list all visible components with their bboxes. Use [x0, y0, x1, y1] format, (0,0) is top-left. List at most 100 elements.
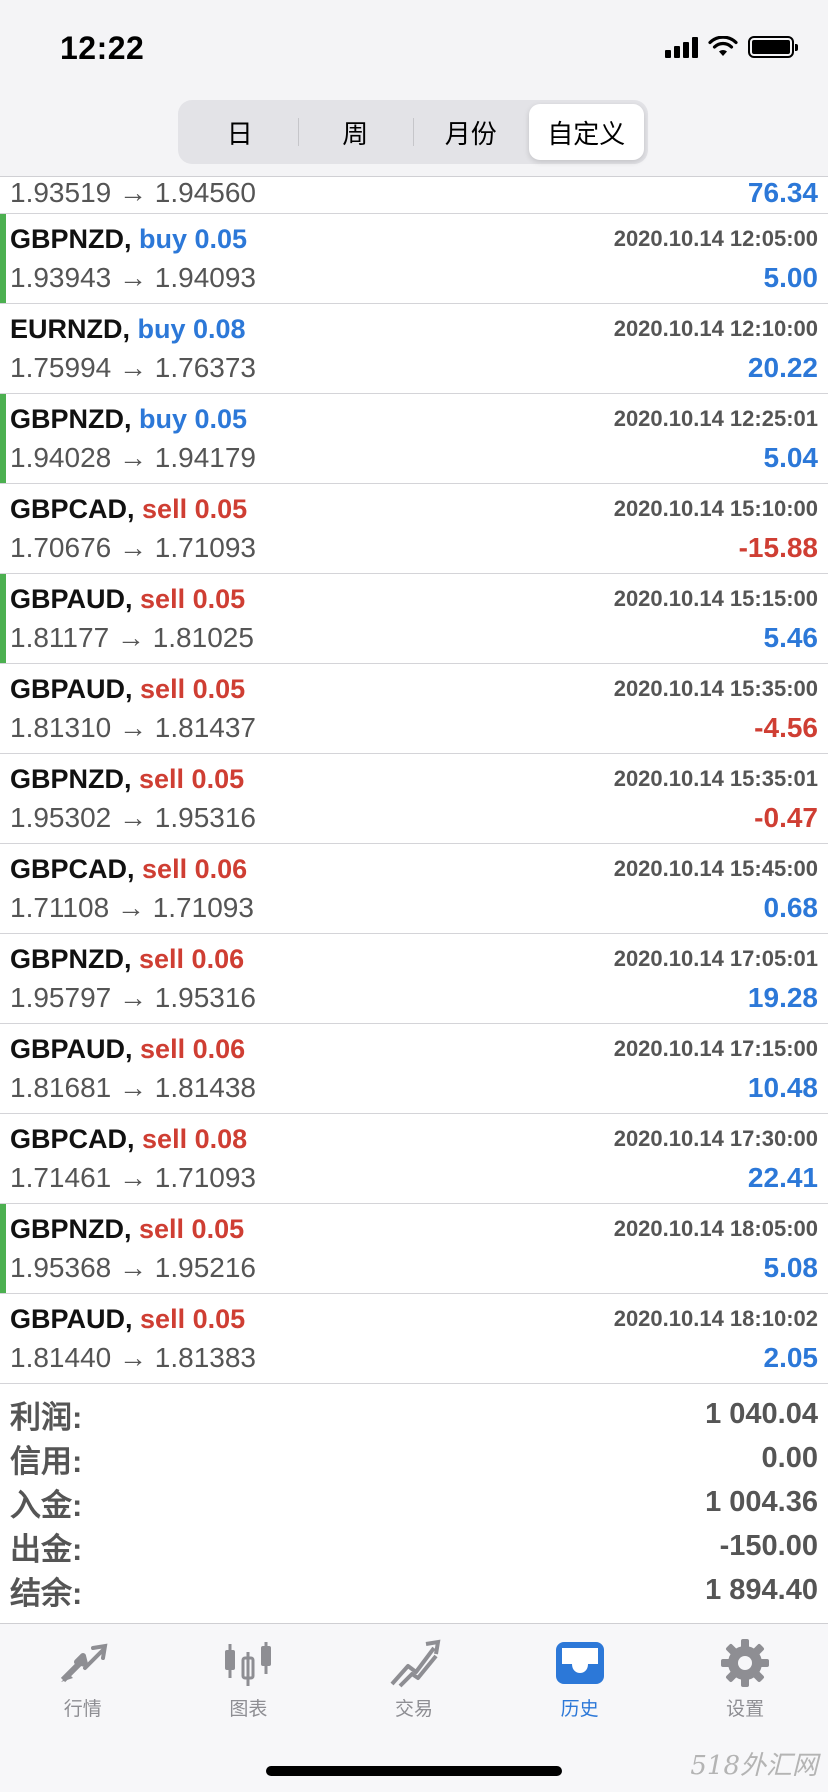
trade-symbol: GBPNZD, sell 0.06	[10, 944, 244, 975]
trade-direction: sell 0.05	[142, 494, 248, 524]
trade-marker	[0, 1204, 6, 1293]
symbol-name: GBPAUD,	[10, 674, 133, 704]
symbol-name: GBPAUD,	[10, 584, 133, 614]
chart-candles-icon	[225, 1642, 272, 1686]
tab-label: 图表	[229, 1699, 268, 1720]
trade-symbol: GBPCAD, sell 0.08	[10, 1124, 247, 1155]
trade-symbol: GBPNZD, sell 0.05	[10, 1214, 244, 1245]
trade-marker	[0, 394, 6, 483]
trade-row-partial[interactable]: 1.93519 → 1.94560 76.34	[0, 177, 828, 214]
trade-prices: 1.81177 → 1.81025	[10, 622, 254, 653]
symbol-name: GBPNZD,	[10, 764, 132, 794]
period-tab-week[interactable]: 周	[297, 104, 414, 160]
summary-label: 入金:	[10, 1487, 83, 1523]
trade-date: 2020.10.14 15:35:01	[613, 766, 818, 791]
trade-row[interactable]: GBPAUD, sell 0.06 2020.10.14 17:15:00 1.81…	[0, 1024, 828, 1114]
trade-row[interactable]: GBPCAD, sell 0.06 2020.10.14 15:45:00 1.71…	[0, 844, 828, 934]
trade-date: 2020.10.14 12:05:00	[613, 226, 818, 251]
symbol-name: GBPNZD,	[10, 1214, 132, 1244]
bottom-tab-bar: 行情 图表 交易 历史 设置 518外汇网	[0, 1623, 828, 1792]
period-selector: 日 周 月份 自定义	[178, 100, 648, 164]
cellular-signal-icon	[665, 36, 698, 58]
trade-row[interactable]: GBPCAD, sell 0.05 2020.10.14 15:10:00 1.70…	[0, 484, 828, 574]
symbol-name: GBPNZD,	[10, 404, 132, 434]
trade-prices: 1.71461 → 1.71093	[10, 1162, 256, 1193]
trade-symbol: GBPAUD, sell 0.05	[10, 674, 245, 705]
summary-balance: 结余: 1 894.40	[0, 1568, 828, 1612]
account-summary: 利润: 1 040.04 信用: 0.00 入金: 1 004.36 出金: -…	[0, 1392, 828, 1612]
trade-row[interactable]: GBPNZD, sell 0.05 2020.10.14 15:35:01 1.95…	[0, 754, 828, 844]
tab-label: 交易	[394, 1699, 433, 1720]
trade-date: 2020.10.14 17:15:00	[613, 1036, 818, 1061]
summary-credit: 信用: 0.00	[0, 1436, 828, 1480]
trade-row[interactable]: GBPNZD, buy 0.05 2020.10.14 12:25:01 1.940…	[0, 394, 828, 484]
trade-row[interactable]: GBPCAD, sell 0.08 2020.10.14 17:30:00 1.71…	[0, 1114, 828, 1204]
trade-date: 2020.10.14 18:10:02	[613, 1306, 818, 1331]
status-time: 12:22	[60, 30, 145, 66]
trade-row[interactable]: GBPAUD, sell 0.05 2020.10.14 15:35:00 1.81…	[0, 664, 828, 754]
trade-direction: sell 0.08	[142, 1124, 248, 1154]
trade-profit: 19.28	[747, 982, 818, 1013]
trade-direction: sell 0.05	[139, 1214, 245, 1244]
symbol-name: GBPCAD,	[10, 494, 135, 524]
trade-date: 2020.10.14 15:45:00	[613, 856, 818, 881]
trade-direction: sell 0.05	[140, 674, 246, 704]
trade-symbol: GBPNZD, buy 0.05	[10, 404, 247, 435]
period-tab-day[interactable]: 日	[182, 104, 298, 160]
trade-direction: sell 0.06	[139, 944, 245, 974]
trade-prices: 1.81681 → 1.81438	[10, 1072, 256, 1103]
trade-direction: sell 0.05	[139, 764, 245, 794]
symbol-name: GBPNZD,	[10, 944, 132, 974]
battery-icon	[748, 36, 798, 58]
period-tab-custom[interactable]: 自定义	[528, 104, 644, 160]
trade-prices: 1.95368 → 1.95216	[10, 1252, 256, 1283]
trade-symbol: GBPNZD, buy 0.05	[10, 224, 247, 255]
trade-symbol: GBPAUD, sell 0.05	[10, 1304, 245, 1335]
tab-quotes[interactable]: 行情	[0, 1624, 166, 1724]
tab-trade[interactable]: 交易	[331, 1624, 497, 1724]
wifi-icon	[708, 36, 738, 56]
trade-profit: 22.41	[747, 1162, 818, 1193]
trade-row[interactable]: GBPNZD, sell 0.05 2020.10.14 18:05:00 1.95…	[0, 1204, 828, 1294]
trade-prices: 1.70676 → 1.71093	[10, 532, 256, 563]
trade-profit: -15.88	[738, 532, 818, 563]
summary-value: 0.00	[761, 1441, 818, 1474]
trade-history-list[interactable]: 1.93519 → 1.94560 76.34 GBPNZD, buy 0.05…	[0, 177, 828, 1384]
trade-row[interactable]: GBPNZD, buy 0.05 2020.10.14 12:05:00 1.939…	[0, 214, 828, 304]
trade-prices: 1.95797 → 1.95316	[10, 982, 256, 1013]
trade-date: 2020.10.14 12:10:00	[613, 316, 818, 341]
tab-history[interactable]: 历史	[497, 1624, 663, 1724]
summary-value: -150.00	[719, 1529, 818, 1562]
trade-date: 2020.10.14 18:05:00	[613, 1216, 818, 1241]
summary-label: 出金:	[10, 1531, 83, 1567]
tab-chart[interactable]: 图表	[166, 1624, 332, 1724]
trade-date: 2020.10.14 15:15:00	[613, 586, 818, 611]
trade-direction: buy 0.05	[139, 404, 248, 434]
history-tray-icon	[555, 1642, 604, 1684]
trade-date: 2020.10.14 12:25:01	[613, 406, 818, 431]
trade-symbol: GBPAUD, sell 0.06	[10, 1034, 245, 1065]
trade-profit: 76.34	[747, 177, 818, 208]
trade-direction: sell 0.06	[142, 854, 248, 884]
period-tab-month[interactable]: 月份	[413, 104, 529, 160]
trade-prices: 1.94028 → 1.94179	[10, 442, 256, 473]
tab-settings[interactable]: 设置	[662, 1624, 828, 1724]
trade-date: 2020.10.14 17:30:00	[613, 1126, 818, 1151]
trade-row[interactable]: GBPNZD, sell 0.06 2020.10.14 17:05:01 1.95…	[0, 934, 828, 1024]
trade-profit: 5.04	[763, 442, 819, 473]
symbol-name: EURNZD,	[10, 314, 130, 344]
tab-label: 设置	[726, 1699, 765, 1720]
home-indicator[interactable]	[266, 1766, 562, 1776]
trade-profit: 5.00	[763, 262, 819, 293]
trade-profit: 5.08	[763, 1252, 819, 1283]
trade-row[interactable]: GBPAUD, sell 0.05 2020.10.14 15:15:00 1.81…	[0, 574, 828, 664]
trade-symbol: GBPAUD, sell 0.05	[10, 584, 245, 615]
summary-withdrawal: 出金: -150.00	[0, 1524, 828, 1568]
trade-row[interactable]: EURNZD, buy 0.08 2020.10.14 12:10:00 1.759…	[0, 304, 828, 394]
trade-row[interactable]: GBPAUD, sell 0.05 2020.10.14 18:10:02 1.81…	[0, 1294, 828, 1384]
symbol-name: GBPAUD,	[10, 1304, 133, 1334]
summary-value: 1 004.36	[705, 1485, 818, 1518]
tab-label: 历史	[560, 1699, 599, 1720]
trade-profit: 5.46	[763, 622, 819, 653]
trade-prices: 1.81310 → 1.81437	[10, 712, 256, 743]
